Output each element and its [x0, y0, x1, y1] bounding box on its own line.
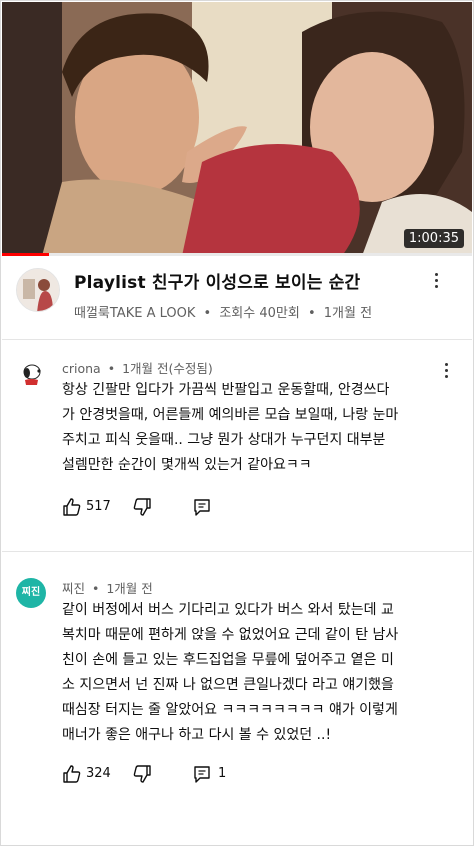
video-duration: 1:00:35 [403, 229, 464, 248]
comment-actions: 324 1 [62, 764, 362, 788]
more-options-icon[interactable] [428, 270, 444, 292]
thumbnail-illustration [2, 2, 472, 256]
like-icon[interactable] [62, 497, 82, 517]
comment-actions: 517 [62, 497, 362, 521]
channel-name[interactable]: 때껄룩TAKE A LOOK [74, 306, 195, 321]
comment-line: 항상 긴팔만 입다가 가끔씩 반팔입고 운동할때, 안경쓰다 [62, 382, 390, 398]
divider [2, 551, 472, 552]
watch-progress-fill [2, 253, 49, 256]
comment-line: 복치마 때문에 편하게 앉을 수 없었어요 근데 같이 탄 남사 [62, 627, 399, 643]
comment-line: 주치고 피식 웃을때.. 그냥 뭔가 상대가 누구던지 대부분 [62, 432, 386, 448]
like-icon[interactable] [62, 764, 82, 784]
comment-time: 1개월 전(수정됨) [122, 361, 213, 376]
comment-line: 가 안경벗을때, 어른들께 예의바른 모습 보일때, 나랑 눈마 [62, 407, 399, 423]
comment-avatar[interactable]: 찌진 [16, 578, 46, 608]
reply-icon[interactable] [192, 497, 212, 517]
dislike-icon[interactable] [132, 764, 152, 784]
comment-text: 항상 긴팔만 입다가 가끔씩 반팔입고 운동할때, 안경쓰다 가 안경벗을때, … [62, 378, 452, 478]
watch-progress-bar [2, 253, 472, 256]
comment-author[interactable]: 찌진 [62, 581, 85, 596]
comment-item: criona • 1개월 전(수정됨) 항상 긴팔만 입다가 가끔씩 반팔입고 … [16, 358, 456, 528]
comment-line: 같이 버정에서 버스 기다리고 있다가 버스 와서 탔는데 교 [62, 602, 394, 618]
video-meta: 때껄룩TAKE A LOOK • 조회수 40만회 • 1개월 전 [74, 302, 372, 321]
comment-line: 친이 손에 들고 있는 후드집업을 무릎에 덮어주고 옅은 미 [62, 652, 394, 668]
comment-line: 소 지으면서 넌 진짜 나 없으면 큰일나겠다 라고 얘기했을 [62, 677, 394, 693]
video-info: Playlist 친구가 이성으로 보이는 순간 때껄룩TAKE A LOOK … [16, 266, 466, 326]
upload-age: 1개월 전 [323, 306, 373, 321]
video-thumbnail[interactable]: 1:00:35 [2, 2, 472, 256]
divider [2, 339, 472, 340]
like-count: 517 [86, 499, 111, 514]
like-count: 324 [86, 766, 111, 781]
channel-avatar[interactable] [16, 268, 60, 312]
comment-line: 설렘만한 순간이 몇개씩 있는거 같아요ㅋㅋ [62, 457, 312, 473]
reply-icon[interactable] [192, 764, 212, 784]
comment-line: 매너가 좋은 애구나 하고 다시 볼 수 있었던 ..! [62, 727, 332, 743]
comment-item: 찌진 찌진 • 1개월 전 같이 버정에서 버스 기다리고 있다가 버스 와서 … [16, 578, 456, 798]
video-title[interactable]: Playlist 친구가 이성으로 보이는 순간 [74, 268, 360, 293]
meta-separator: • [203, 306, 212, 321]
dislike-icon[interactable] [132, 497, 152, 517]
comment-line: 때심장 터지는 줄 알았어요 ㅋㅋㅋㅋㅋㅋㅋㅋ 얘가 이렇게 [62, 702, 398, 718]
reply-count: 1 [218, 766, 227, 781]
meta-separator: • [307, 306, 316, 321]
comment-more-icon[interactable] [440, 360, 452, 380]
comment-header: criona • 1개월 전(수정됨) [62, 361, 213, 376]
comment-author[interactable]: criona [62, 361, 101, 376]
comment-header: 찌진 • 1개월 전 [62, 581, 153, 596]
comment-time: 1개월 전 [106, 581, 153, 596]
snoopy-avatar-icon[interactable] [16, 358, 46, 388]
view-count: 조회수 40만회 [219, 306, 300, 321]
comment-text: 같이 버정에서 버스 기다리고 있다가 버스 와서 탔는데 교 복치마 때문에 … [62, 598, 452, 748]
channel-avatar-image [17, 269, 59, 311]
